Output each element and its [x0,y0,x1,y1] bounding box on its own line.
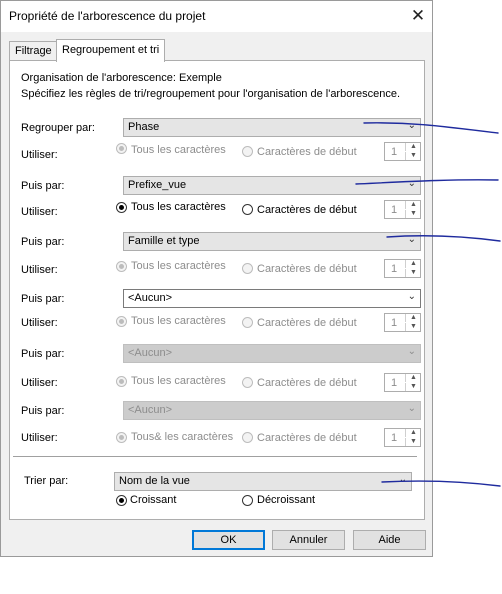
annotation-stroke [363,122,499,134]
annotation-stroke [386,235,501,242]
annotation-strokes [355,122,501,487]
annotation-stroke [355,179,499,185]
annotation-stroke [381,480,501,487]
tab-regroupement-et-tri[interactable]: Regroupement et tri [56,39,166,62]
